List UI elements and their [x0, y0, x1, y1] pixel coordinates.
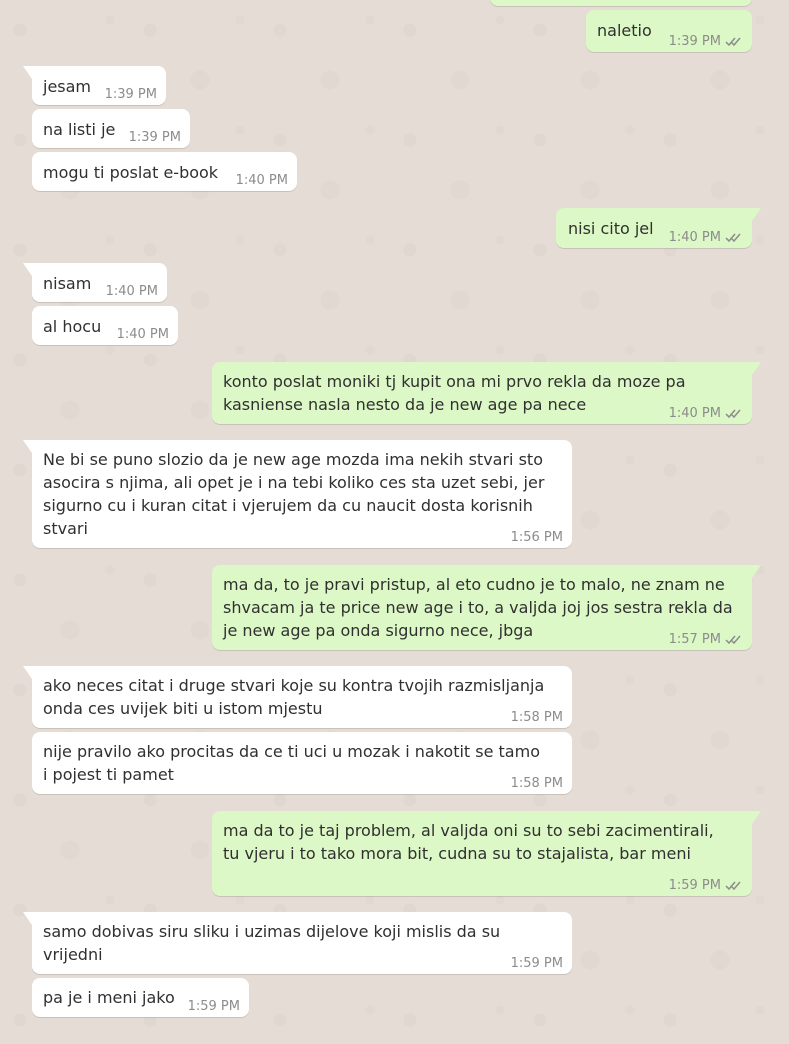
- message-meta: 1:40 PM: [669, 230, 743, 245]
- message-time: 1:40 PM: [105, 284, 158, 299]
- message-meta: 1:59 PM: [669, 878, 743, 893]
- message-text: ako neces citat i druge stvari koje su k…: [43, 676, 545, 718]
- message-bubble-incoming[interactable]: samo dobivas siru sliku i uzimas dijelov…: [23, 912, 572, 974]
- message-text: ma da, to je pravi pristup, al eto cudno…: [223, 575, 733, 640]
- message-meta: 1:40 PM: [106, 284, 158, 299]
- message-text: jesam: [43, 77, 92, 96]
- message-text: Ne bi se puno slozio da je new age mozda…: [43, 450, 545, 538]
- message-time: 1:40 PM: [116, 327, 169, 342]
- message-bubble-incoming[interactable]: mogu ti poslat e-book 1:40 PM: [32, 152, 297, 191]
- message-bubble-incoming[interactable]: jesam 1:39 PM: [23, 66, 166, 105]
- message-text: samo dobivas siru sliku i uzimas dijelov…: [43, 922, 501, 964]
- message-bubble-incoming[interactable]: Ne bi se puno slozio da je new age mozda…: [23, 440, 572, 548]
- message-time: 1:58 PM: [510, 776, 563, 791]
- message-time: 1:40 PM: [235, 173, 288, 188]
- double-check-icon: [725, 881, 741, 891]
- message-time: 1:59 PM: [187, 999, 240, 1014]
- message-bubble-outgoing[interactable]: nisi cito jel 1:40 PM: [556, 208, 761, 248]
- message-text: al hocu: [43, 317, 102, 336]
- message-text: nije pravilo ako procitas da ce ti uci u…: [43, 742, 540, 784]
- message-bubble-incoming[interactable]: al hocu 1:40 PM: [32, 306, 178, 345]
- message-bubble-outgoing[interactable]: ma da, to je pravi pristup, al eto cudno…: [212, 565, 761, 650]
- message-time: 1:58 PM: [510, 710, 563, 725]
- double-check-icon: [725, 37, 741, 47]
- message-meta: 1:40 PM: [117, 327, 169, 342]
- message-time: 1:39 PM: [668, 34, 721, 49]
- message-meta: 1:39 PM: [669, 34, 743, 49]
- message-bubble-outgoing[interactable]: ma da to je taj problem, al valjda oni s…: [212, 811, 761, 896]
- chat-panel: naletio 1:39 PM jesam 1:39 PM na listi j…: [0, 0, 789, 1044]
- message-time: 1:39 PM: [104, 87, 157, 102]
- message-meta: 1:57 PM: [669, 632, 743, 647]
- message-text: konto poslat moniki tj kupit ona mi prvo…: [223, 372, 686, 414]
- message-bubble-outgoing[interactable]: [490, 0, 752, 6]
- message-text: na listi je: [43, 120, 116, 139]
- message-text: mogu ti poslat e-book: [43, 163, 219, 182]
- message-time: 1:39 PM: [128, 130, 181, 145]
- message-time: 1:56 PM: [510, 530, 563, 545]
- message-text: nisam: [43, 274, 92, 293]
- message-bubble-outgoing[interactable]: naletio 1:39 PM: [586, 10, 752, 52]
- message-text: pa je i meni jako: [43, 988, 175, 1007]
- message-text: ma da to je taj problem, al valjda oni s…: [223, 821, 714, 863]
- message-bubble-incoming[interactable]: na listi je 1:39 PM: [32, 109, 190, 148]
- message-bubble-incoming[interactable]: pa je i meni jako 1:59 PM: [32, 978, 249, 1017]
- message-bubble-incoming[interactable]: nije pravilo ako procitas da ce ti uci u…: [32, 732, 572, 794]
- message-text: naletio: [597, 21, 652, 40]
- message-time: 1:40 PM: [668, 230, 721, 245]
- message-meta: 1:40 PM: [236, 173, 288, 188]
- message-meta: 1:59 PM: [188, 999, 240, 1014]
- double-check-icon: [725, 409, 741, 419]
- message-bubble-outgoing[interactable]: konto poslat moniki tj kupit ona mi prvo…: [212, 362, 761, 424]
- message-meta: 1:59 PM: [511, 956, 563, 971]
- message-time: 1:59 PM: [510, 956, 563, 971]
- message-text: nisi cito jel: [568, 219, 654, 238]
- double-check-icon: [725, 635, 741, 645]
- message-bubble-incoming[interactable]: ako neces citat i druge stvari koje su k…: [23, 666, 572, 728]
- message-meta: 1:39 PM: [129, 130, 181, 145]
- message-time: 1:59 PM: [668, 878, 721, 893]
- message-meta: 1:39 PM: [105, 87, 157, 102]
- message-meta: 1:40 PM: [669, 406, 743, 421]
- message-meta: 1:58 PM: [511, 776, 563, 791]
- message-time: 1:57 PM: [668, 632, 721, 647]
- message-meta: 1:56 PM: [511, 530, 563, 545]
- message-time: 1:40 PM: [668, 406, 721, 421]
- double-check-icon: [725, 233, 741, 243]
- message-bubble-incoming[interactable]: nisam 1:40 PM: [23, 263, 167, 302]
- message-meta: 1:58 PM: [511, 710, 563, 725]
